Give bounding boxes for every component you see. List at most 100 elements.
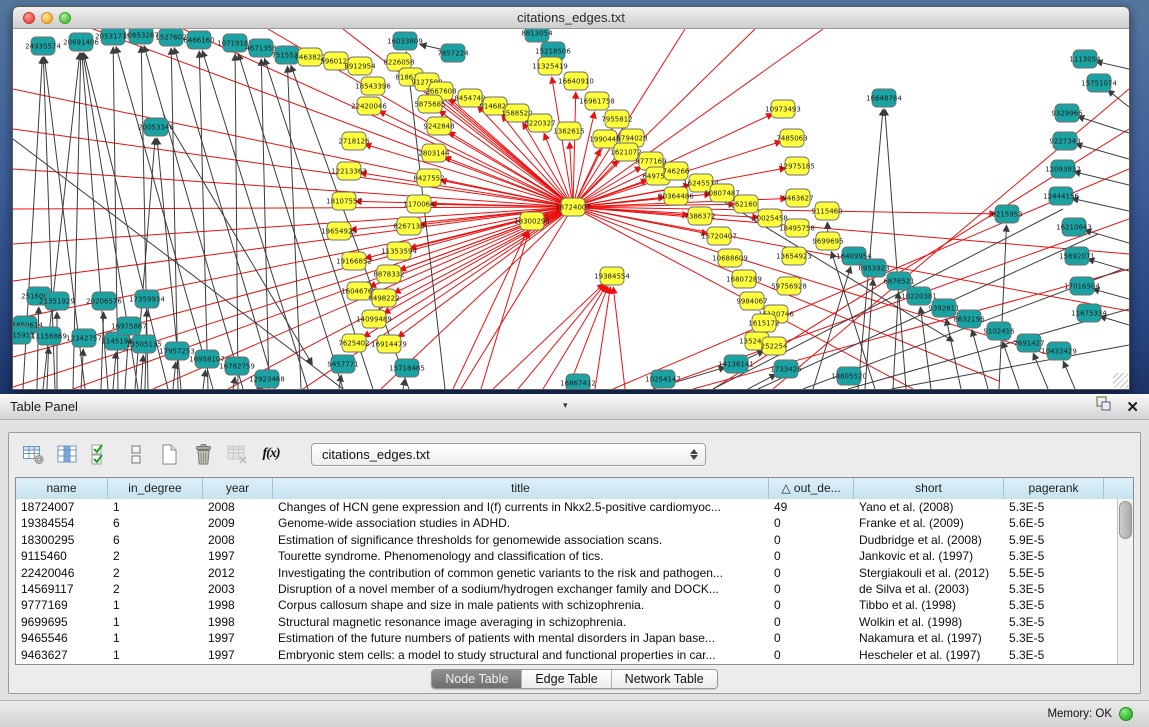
new-column-icon[interactable] xyxy=(157,442,181,466)
column-header-short[interactable]: short xyxy=(854,478,1004,499)
graph-node[interactable]: 16914479 xyxy=(371,335,407,353)
graph-node[interactable]: 9457771 xyxy=(327,355,358,373)
float-panel-icon[interactable] xyxy=(1096,394,1112,420)
graph-node[interactable]: 16033809 xyxy=(387,32,423,50)
graph-node[interactable]: 7857224 xyxy=(437,44,469,62)
resize-grip-icon[interactable] xyxy=(1113,373,1128,388)
graph-node[interactable]: 9242848 xyxy=(423,117,454,135)
graph-node[interactable]: 6466160 xyxy=(183,31,214,49)
graph-node[interactable]: 9115460 xyxy=(811,202,842,220)
splitter-handle-icon[interactable]: ▾ xyxy=(563,392,568,418)
table-row[interactable]: 1830029562008Estimation of significance … xyxy=(16,532,1117,548)
selection-mode-icon[interactable] xyxy=(89,442,113,466)
graph-node[interactable]: 9329966 xyxy=(1051,104,1083,122)
column-header-in_degree[interactable]: in_degree xyxy=(108,478,203,499)
graph-node[interactable]: 2803144 xyxy=(418,144,450,162)
graph-node[interactable]: 62160 xyxy=(734,195,758,213)
table-row[interactable]: 946362711997Embryonic stem cells: a mode… xyxy=(16,647,1117,663)
table-options-icon[interactable] xyxy=(21,442,45,466)
table-row[interactable]: 2242004622012Investigating the contribut… xyxy=(16,565,1117,581)
graph-node[interactable]: 20691406 xyxy=(63,33,99,51)
table-row[interactable]: 1872400712008Changes of HCN gene express… xyxy=(16,499,1117,515)
graph-node[interactable]: 19384554 xyxy=(594,267,630,285)
table-row[interactable]: 911546021997Tourette syndrome. Phenomeno… xyxy=(16,548,1117,564)
graph-node[interactable]: 11675334 xyxy=(1071,304,1107,322)
graph-node[interactable]: 12342757 xyxy=(66,329,102,347)
graph-node[interactable]: 12923468 xyxy=(249,370,285,388)
graph-node[interactable]: 8215953 xyxy=(991,205,1022,223)
graph-node[interactable]: 9498222 xyxy=(368,289,399,307)
graph-node[interactable]: 8220327 xyxy=(524,114,555,132)
delete-column-icon[interactable] xyxy=(191,442,215,466)
table-row[interactable]: 969969511998Structural magnetic resonanc… xyxy=(16,614,1117,630)
graph-node[interactable]: 9699695 xyxy=(812,232,843,250)
graph-node[interactable]: 12444156 xyxy=(1043,187,1079,205)
graph-node[interactable]: 18543396 xyxy=(355,77,391,95)
graph-node[interactable]: 9102416 xyxy=(983,322,1015,340)
window-titlebar[interactable]: citations_edges.txt xyxy=(13,7,1129,29)
graph-node[interactable]: 5875685 xyxy=(414,95,445,113)
graph-node[interactable]: 15720407 xyxy=(701,227,737,245)
graph-node[interactable]: 252254 xyxy=(761,337,788,355)
table-row[interactable]: 1938455462009Genome-wide association stu… xyxy=(16,515,1117,531)
graph-node[interactable]: 7485063 xyxy=(776,129,807,147)
scrollbar-thumb[interactable] xyxy=(1119,501,1132,539)
vertical-scrollbar[interactable] xyxy=(1117,499,1133,664)
graph-node[interactable]: 8632196 xyxy=(953,310,985,328)
graph-node[interactable]: 16640910 xyxy=(558,72,594,90)
table-row[interactable]: 946554611997Estimation of the future num… xyxy=(16,630,1117,646)
close-panel-icon[interactable]: ✕ xyxy=(1126,400,1139,415)
network-canvas[interactable]: 2493557420691406205317191065328715276026… xyxy=(13,29,1129,389)
table-select-combo[interactable]: citations_edges.txt xyxy=(311,443,706,466)
graph-node[interactable]: 7691427 xyxy=(1013,334,1044,352)
graph-node[interactable]: 8878332 xyxy=(373,265,404,283)
graph-node[interactable]: 7955812 xyxy=(601,110,632,128)
graph-node[interactable]: 10433429 xyxy=(1041,342,1077,360)
graph-node[interactable]: 8953923 xyxy=(858,259,889,277)
graph-node[interactable]: 15718485 xyxy=(389,359,425,377)
graph-node[interactable]: 19166852 xyxy=(336,252,372,270)
graph-node[interactable]: 1113054 xyxy=(1069,50,1101,68)
tab-edge-table[interactable]: Edge Table xyxy=(521,670,610,688)
select-columns-icon[interactable] xyxy=(55,442,79,466)
graph-node[interactable]: 1527602 xyxy=(155,29,186,46)
graph-node[interactable]: 16648784 xyxy=(866,89,902,107)
column-header-title[interactable]: title xyxy=(273,478,769,499)
graph-node[interactable]: 1170064 xyxy=(403,195,435,213)
graph-node[interactable]: 19654925 xyxy=(321,222,357,240)
graph-node[interactable]: 15751074 xyxy=(1081,74,1117,92)
graph-node[interactable]: 9984067 xyxy=(736,292,767,310)
graph-node[interactable]: 8912954 xyxy=(344,57,376,75)
graph-node[interactable]: 17359934 xyxy=(129,290,165,308)
graph-node[interactable]: 8267130 xyxy=(393,217,424,235)
graph-node[interactable]: 9392611 xyxy=(928,299,959,317)
graph-node[interactable]: 2718126 xyxy=(338,132,370,150)
tab-network-table[interactable]: Network Table xyxy=(611,670,717,688)
graph-node[interactable]: 9463627 xyxy=(782,189,813,207)
function-builder-icon[interactable]: f(x) xyxy=(259,442,283,466)
graph-node[interactable]: 59756928 xyxy=(771,277,807,295)
tab-node-table[interactable]: Node Table xyxy=(432,670,521,688)
column-header-name[interactable]: name xyxy=(16,478,108,499)
graph-node[interactable]: 16807289 xyxy=(726,270,762,288)
graph-node[interactable]: 14099489 xyxy=(356,310,392,328)
graph-node[interactable]: 16210643 xyxy=(1056,218,1092,236)
graph-node[interactable]: 1362615 xyxy=(553,122,584,140)
graph-node[interactable]: 7386372 xyxy=(684,207,715,225)
graph-node[interactable]: 7625402 xyxy=(338,334,369,352)
graph-node[interactable]: 746266 xyxy=(663,162,690,180)
graph-node[interactable]: 9227343 xyxy=(1049,132,1080,150)
graph-node[interactable]: 18805520 xyxy=(831,367,867,385)
row-height-icon[interactable] xyxy=(123,442,147,466)
column-header-pagerank[interactable]: pagerank xyxy=(1004,478,1104,499)
graph-node[interactable]: 24935574 xyxy=(25,37,61,55)
graph-node[interactable]: 8427552 xyxy=(413,169,444,187)
column-header-out_de[interactable]: △ out_de... xyxy=(769,478,854,499)
graph-node[interactable]: 1615172 xyxy=(748,314,779,332)
graph-node[interactable]: 1733426 xyxy=(770,360,802,378)
graph-node[interactable]: 16961758 xyxy=(579,92,615,110)
graph-node[interactable]: 12975185 xyxy=(779,157,815,175)
table-row[interactable]: 977716911998Corpus callosum shape and si… xyxy=(16,597,1117,613)
table-row[interactable]: 1456911722003Disruption of a novel membe… xyxy=(16,581,1117,597)
column-header-year[interactable]: year xyxy=(203,478,273,499)
